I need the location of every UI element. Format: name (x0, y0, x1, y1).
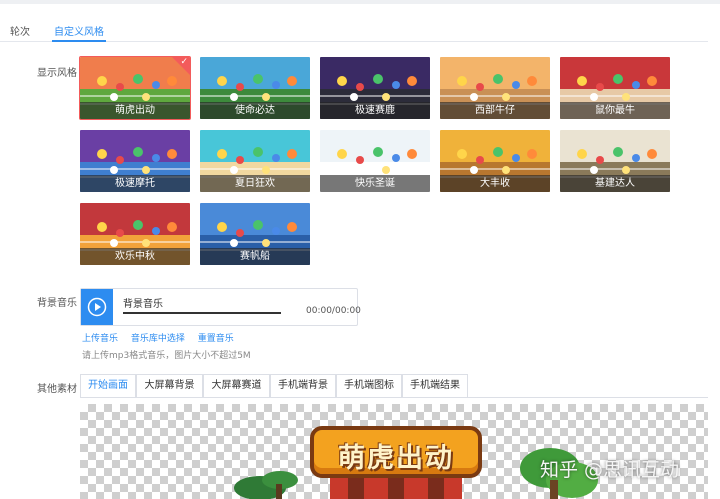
display-style-label: 显示风格 (37, 68, 77, 79)
theme-card[interactable]: 快乐圣诞 (320, 130, 430, 192)
choose-from-library-link[interactable]: 音乐库中选择 (131, 334, 185, 344)
tab-mobile-icon[interactable]: 手机端图标 (336, 374, 402, 398)
theme-card[interactable]: 赛帆船 (200, 203, 310, 265)
top-border (0, 0, 720, 4)
play-icon (87, 297, 107, 317)
theme-card[interactable]: 基建达人 (560, 130, 670, 192)
material-tabs-divider (80, 397, 708, 398)
music-actions: 上传音乐 音乐库中选择 重置音乐 (82, 331, 244, 344)
tab-custom-style[interactable]: 自定义风格 (54, 23, 104, 38)
theme-card[interactable]: 大丰收 (440, 130, 550, 192)
theme-name: 大丰收 (440, 175, 550, 192)
upload-music-link[interactable]: 上传音乐 (82, 334, 118, 344)
background-music-label: 背景音乐 (37, 298, 77, 309)
tab-rounds[interactable]: 轮次 (10, 23, 30, 38)
theme-card[interactable]: 鼠你最牛 (560, 57, 670, 119)
other-materials-label: 其他素材 (37, 384, 77, 395)
theme-name: 夏日狂欢 (200, 175, 310, 192)
music-title: 背景音乐 (123, 299, 163, 310)
theme-name: 赛帆船 (200, 248, 310, 265)
page: 轮次 自定义风格 显示风格 萌虎出动 ✓ 使命必达 极速赛鹿 西部牛仔 鼠你最牛极速摩托夏… (0, 0, 720, 499)
theme-name: 西部牛仔 (440, 102, 550, 119)
theme-name: 基建达人 (560, 175, 670, 192)
active-tab-underline (52, 40, 106, 42)
theme-name: 萌虎出动 (80, 102, 190, 119)
theme-card[interactable]: 极速赛鹿 (320, 57, 430, 119)
start-screen-logo: 萌虎出动 (310, 426, 482, 478)
tab-big-screen-track[interactable]: 大屏幕赛道 (203, 374, 270, 398)
start-screen-preview: 萌虎出动 (80, 404, 708, 499)
theme-card[interactable]: 萌虎出动 ✓ (79, 56, 191, 120)
tab-start-screen[interactable]: 开始画面 (80, 374, 136, 398)
theme-name: 极速赛鹿 (320, 102, 430, 119)
tab-mobile-result[interactable]: 手机端结果 (402, 374, 468, 398)
tab-mobile-background[interactable]: 手机端背景 (270, 374, 336, 398)
music-player: 背景音乐 00:00/00:00 (80, 288, 361, 326)
theme-name: 快乐圣诞 (320, 175, 430, 192)
music-progress-bar[interactable] (123, 312, 281, 314)
play-button[interactable] (81, 289, 113, 325)
theme-card[interactable]: 极速摩托 (80, 130, 190, 192)
top-tabs: 轮次 自定义风格 (0, 16, 708, 42)
checkmark-icon: ✓ (180, 57, 188, 67)
theme-card[interactable]: 使命必达 (200, 57, 310, 119)
theme-name: 使命必达 (200, 102, 310, 119)
music-upload-hint: 请上传mp3格式音乐，图片大小不超过5M (82, 351, 251, 361)
theme-card[interactable]: 夏日狂欢 (200, 130, 310, 192)
theme-name: 极速摩托 (80, 175, 190, 192)
tab-big-screen-background[interactable]: 大屏幕背景 (136, 374, 203, 398)
theme-name: 鼠你最牛 (560, 102, 670, 119)
watermark: 知乎 @思讯互动 (540, 459, 680, 481)
theme-card[interactable]: 西部牛仔 (440, 57, 550, 119)
theme-name: 欢乐中秋 (80, 248, 190, 265)
music-time: 00:00/00:00 (306, 306, 361, 316)
reset-music-link[interactable]: 重置音乐 (198, 334, 234, 344)
theme-card[interactable]: 欢乐中秋 (80, 203, 190, 265)
